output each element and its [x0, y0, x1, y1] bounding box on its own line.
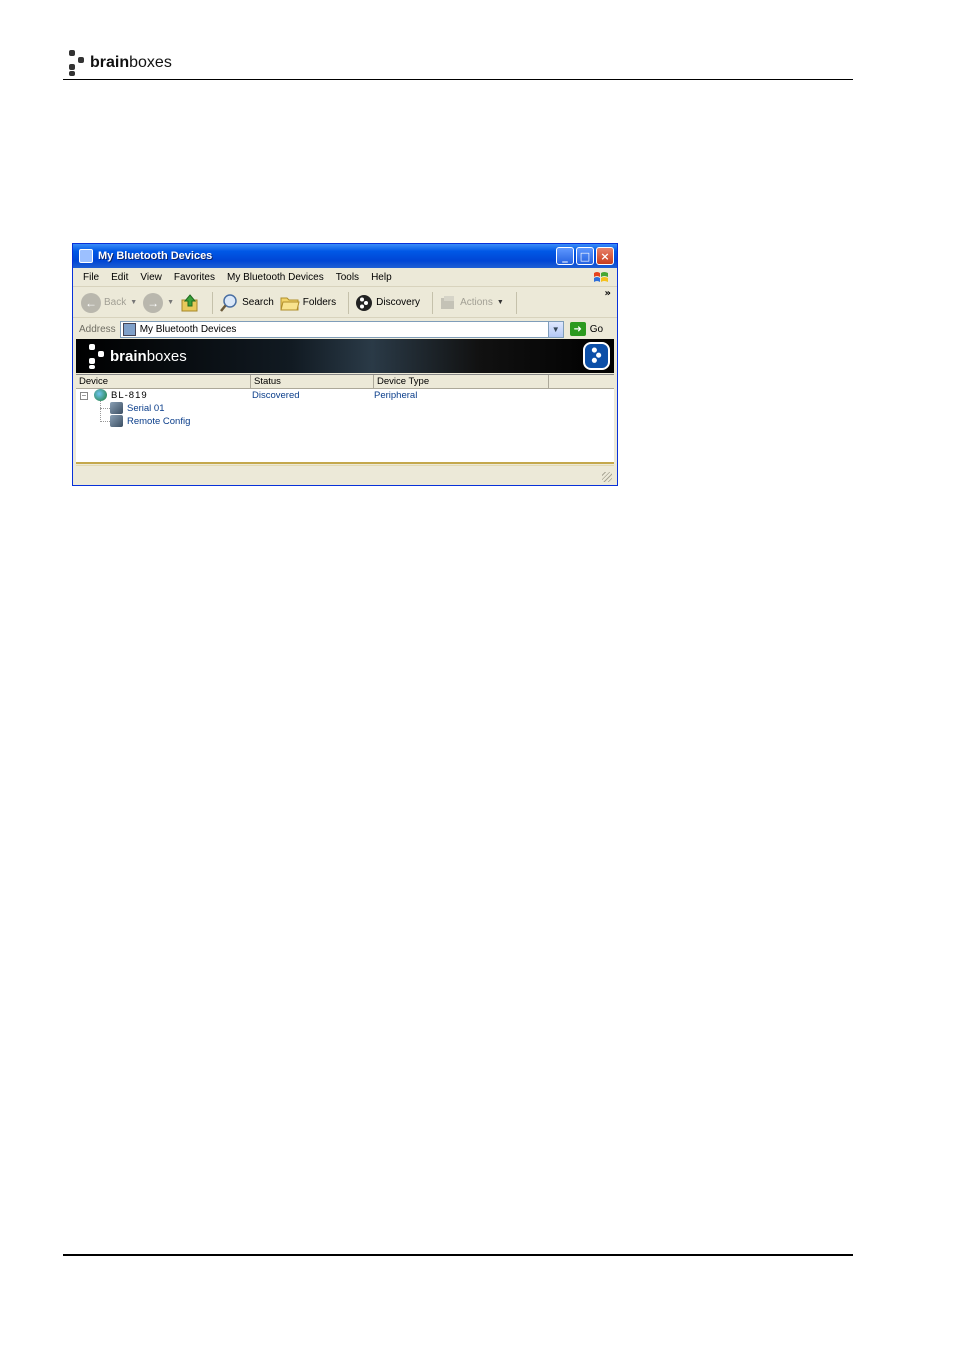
maximize-button[interactable]: □ — [576, 247, 594, 265]
table-row-service[interactable]: Serial 01 — [76, 402, 614, 415]
device-status: Discovered — [252, 390, 300, 401]
column-header-empty — [549, 375, 614, 388]
forward-arrow-icon: → — [143, 292, 164, 313]
table-row-service[interactable]: Remote Config — [76, 415, 614, 428]
back-label: Back — [104, 297, 127, 308]
menu-view[interactable]: View — [140, 272, 162, 283]
menu-file[interactable]: File — [83, 272, 99, 283]
banner-logo-text: brainboxes — [110, 347, 187, 365]
bluetooth-devices-window: My Bluetooth Devices _ □ × File Edit Vie… — [72, 243, 618, 486]
bluetooth-device-icon — [94, 389, 107, 401]
page-header-logo: brainboxes — [66, 48, 172, 78]
discovery-label: Discovery — [376, 297, 421, 308]
tree-connector — [100, 421, 110, 422]
toolbar-separator — [212, 291, 214, 314]
table-row-device[interactable]: – BL-819 Discovered Peripheral — [76, 389, 614, 402]
minimize-button[interactable]: _ — [556, 247, 574, 265]
go-label: Go — [589, 323, 604, 335]
device-name: BL-819 — [111, 390, 148, 401]
serial-port-icon — [110, 402, 123, 414]
collapse-icon[interactable]: – — [80, 392, 88, 400]
address-label: Address — [79, 323, 116, 335]
menu-tools[interactable]: Tools — [336, 272, 359, 283]
brainboxes-logo-icon — [66, 48, 88, 78]
device-list: Device Status Device Type – BL-819 Disco… — [76, 374, 614, 462]
back-arrow-icon: ← — [81, 292, 101, 313]
device-type: Peripheral — [374, 390, 418, 401]
footer-rule — [63, 1254, 853, 1256]
tree-connector — [100, 408, 110, 409]
service-name: Serial 01 — [127, 403, 165, 414]
brainboxes-badge-icon — [583, 342, 610, 370]
actions-button[interactable]: Actions ▼ — [439, 294, 504, 312]
bluetooth-folder-icon — [79, 249, 93, 263]
actions-label: Actions — [460, 297, 493, 308]
list-header: Device Status Device Type — [76, 375, 614, 389]
back-dropdown-icon: ▼ — [130, 299, 138, 306]
search-label: Search — [242, 297, 274, 308]
windows-flag-icon — [594, 272, 608, 282]
title-bar[interactable]: My Bluetooth Devices _ □ × — [73, 244, 617, 268]
close-button[interactable]: × — [596, 247, 614, 265]
forward-button[interactable]: → ▼ — [143, 292, 175, 313]
resize-grip-icon[interactable] — [602, 472, 612, 482]
brainboxes-banner: brainboxes — [76, 339, 614, 373]
address-dropdown-icon[interactable]: ▼ — [547, 321, 563, 337]
column-header-status[interactable]: Status — [251, 375, 374, 388]
menu-favorites[interactable]: Favorites — [174, 272, 215, 283]
menu-my-bluetooth-devices[interactable]: My Bluetooth Devices — [227, 272, 324, 283]
tree-vertical-line — [100, 401, 101, 420]
menu-help[interactable]: Help — [371, 272, 392, 283]
up-folder-icon — [181, 293, 198, 311]
banner-logo-icon — [86, 341, 108, 371]
go-arrow-icon: ➜ — [569, 322, 586, 336]
forward-dropdown-icon: ▼ — [167, 299, 175, 306]
menu-bar: File Edit View Favorites My Bluetooth De… — [73, 268, 617, 287]
address-input[interactable]: My Bluetooth Devices ▼ — [119, 320, 564, 338]
toolbar: ← Back ▼ → ▼ Search Folders Discovery Ac… — [73, 288, 617, 318]
menu-edit[interactable]: Edit — [111, 272, 128, 283]
window-title: My Bluetooth Devices — [98, 250, 213, 262]
folders-icon — [280, 297, 300, 310]
search-icon — [220, 293, 237, 312]
discovery-icon — [356, 294, 373, 311]
toolbar-separator — [432, 291, 434, 314]
discovery-button[interactable]: Discovery — [355, 294, 420, 312]
toolbar-separator — [348, 291, 350, 314]
back-button[interactable]: ← Back ▼ — [81, 292, 138, 313]
service-name: Remote Config — [127, 416, 191, 427]
go-button[interactable]: ➜ Go — [569, 322, 604, 336]
header-rule — [63, 79, 853, 80]
remote-config-icon — [110, 415, 123, 427]
bluetooth-folder-icon — [122, 322, 136, 336]
page-logo-text: brainboxes — [90, 54, 172, 71]
address-bar: Address My Bluetooth Devices ▼ ➜ Go — [73, 319, 617, 339]
status-bar — [76, 462, 614, 484]
column-header-device-type[interactable]: Device Type — [374, 375, 549, 388]
address-value: My Bluetooth Devices — [139, 323, 237, 335]
folders-label: Folders — [302, 297, 337, 308]
up-folder-button[interactable] — [180, 293, 200, 313]
toolbar-separator — [515, 291, 517, 314]
folders-button[interactable]: Folders — [280, 294, 336, 312]
toolbar-overflow-button[interactable]: » — [605, 288, 611, 299]
actions-dropdown-icon: ▼ — [496, 299, 504, 306]
search-button[interactable]: Search — [219, 293, 274, 313]
column-header-device[interactable]: Device — [76, 375, 251, 388]
actions-icon — [441, 295, 455, 309]
